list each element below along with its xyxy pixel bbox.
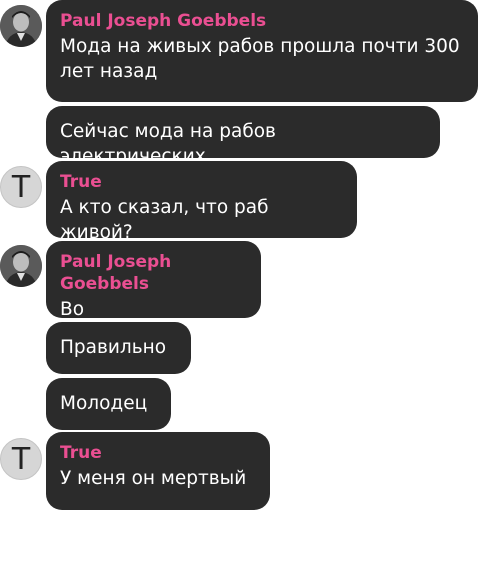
sender-name[interactable]: True	[60, 442, 256, 464]
message-text: Мода на живых рабов прошла почти 300 лет…	[60, 36, 460, 82]
sender-name[interactable]: True	[60, 171, 343, 193]
sender-name[interactable]: Paul Joseph Goebbels	[60, 251, 247, 295]
avatar-goebbels[interactable]	[0, 245, 42, 287]
message-bubble[interactable]: Paul Joseph Goebbels Мода на живых рабов…	[46, 0, 478, 102]
avatar-true[interactable]: T	[0, 438, 42, 480]
message-bubble[interactable]: Сейчас мода на рабов электрических	[46, 106, 440, 167]
message-bubble[interactable]: Молодец	[46, 378, 171, 430]
message-bubble[interactable]: True А кто сказал, что раб живой?	[46, 161, 357, 243]
avatar-true[interactable]: T	[0, 166, 42, 208]
message-text: У меня он мертвый	[60, 468, 247, 489]
message-bubble[interactable]: Paul Joseph Goebbels Во	[46, 241, 261, 320]
person-photo-icon	[0, 245, 42, 287]
avatar-goebbels[interactable]	[0, 5, 42, 47]
message-text: А кто сказал, что раб живой?	[60, 197, 269, 243]
message-text: Молодец	[60, 393, 148, 414]
sender-name[interactable]: Paul Joseph Goebbels	[60, 10, 464, 32]
message-text: Правильно	[60, 337, 167, 358]
person-photo-icon	[0, 5, 42, 47]
avatar-initial: T	[11, 169, 31, 205]
message-bubble[interactable]: True У меня он мертвый	[46, 432, 270, 510]
avatar-initial: T	[11, 441, 31, 477]
message-bubble[interactable]: Правильно	[46, 322, 191, 374]
message-text: Во	[60, 299, 85, 320]
